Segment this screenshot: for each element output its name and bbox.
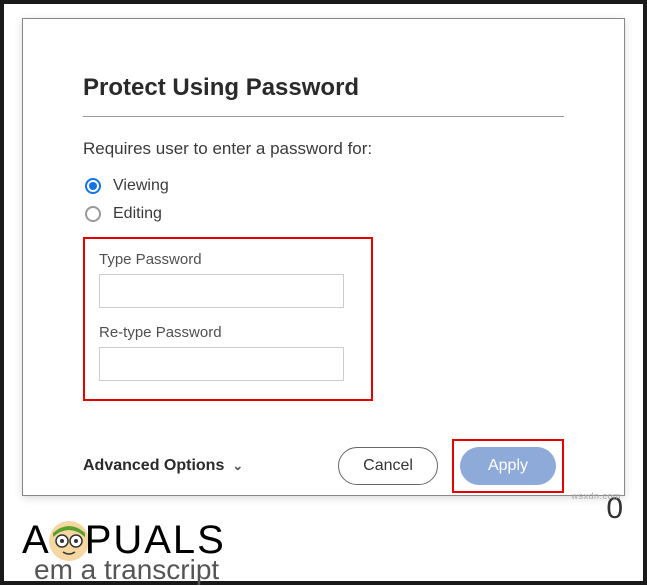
radio-icon-checked	[85, 178, 101, 194]
type-password-input[interactable]	[99, 274, 344, 308]
advanced-options-toggle[interactable]: Advanced Options ⌄	[83, 457, 243, 475]
retype-password-input[interactable]	[99, 347, 344, 381]
chevron-down-icon: ⌄	[232, 458, 243, 474]
radio-label-viewing: Viewing	[113, 177, 169, 195]
appuals-logo: A PUALS	[22, 518, 226, 563]
password-fields-highlight: Type Password Re-type Password	[83, 237, 373, 401]
radio-icon-unchecked	[85, 206, 101, 222]
dialog-buttons: Cancel Apply	[338, 439, 564, 493]
page-frame: em a transcript 0 A PUALS Protect Using …	[0, 0, 647, 585]
logo-text-rest: PUALS	[85, 518, 226, 563]
radio-option-editing[interactable]: Editing	[85, 205, 564, 223]
dialog-subtitle: Requires user to enter a password for:	[83, 139, 564, 159]
radio-label-editing: Editing	[113, 205, 162, 223]
apply-button-highlight: Apply	[452, 439, 564, 493]
protect-password-dialog: Protect Using Password Requires user to …	[22, 18, 625, 496]
watermark-text: wsxdn.com	[571, 491, 621, 501]
type-password-label: Type Password	[99, 251, 357, 268]
apply-button[interactable]: Apply	[460, 447, 556, 485]
radio-option-viewing[interactable]: Viewing	[85, 177, 564, 195]
cancel-button[interactable]: Cancel	[338, 447, 438, 485]
retype-password-label: Re-type Password	[99, 324, 357, 341]
dialog-title: Protect Using Password	[83, 74, 564, 117]
advanced-options-label: Advanced Options	[83, 457, 224, 475]
dialog-footer: Advanced Options ⌄ Cancel Apply	[83, 439, 564, 493]
